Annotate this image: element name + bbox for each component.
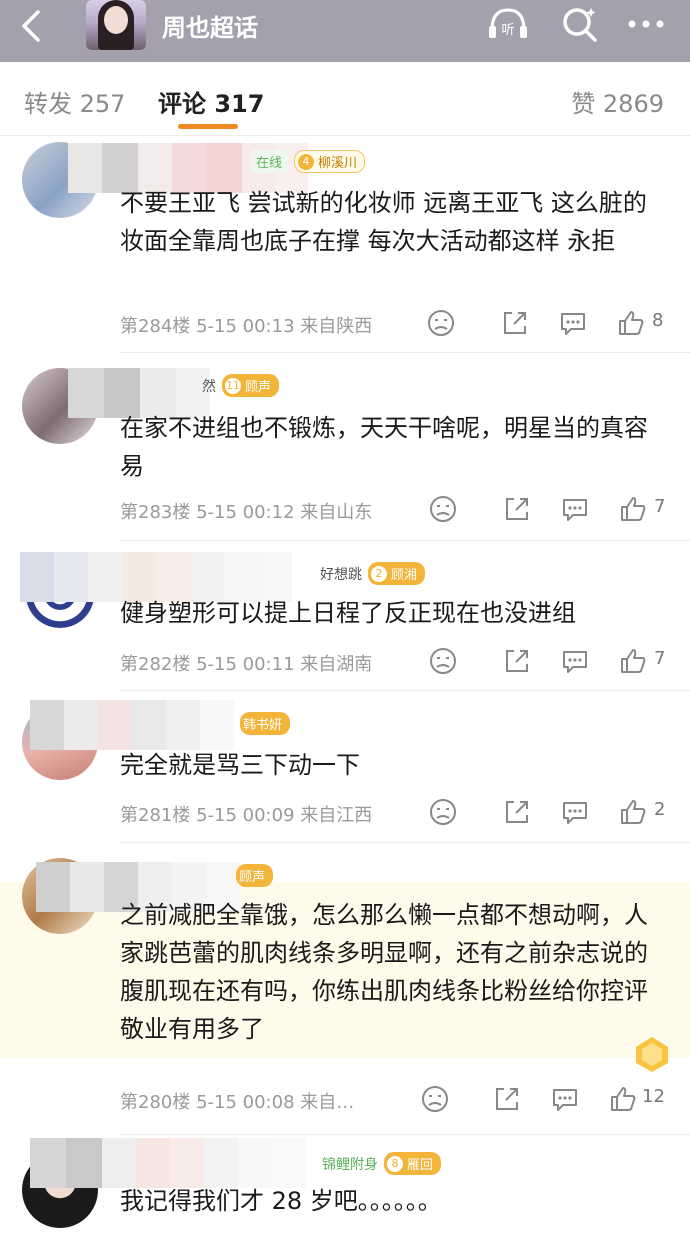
comment-text: 在家不进组也不锻炼，天天干啥呢，明星当的真容易 bbox=[120, 414, 648, 480]
more-icon[interactable] bbox=[624, 4, 668, 44]
like-count: 7 bbox=[654, 648, 666, 669]
fan-badge: 韩书妍 bbox=[240, 712, 291, 735]
username-suffix: 好想跳 bbox=[320, 566, 362, 583]
online-badge: 在线 bbox=[250, 150, 289, 173]
like-icon[interactable] bbox=[616, 308, 646, 338]
fan-level: 4 bbox=[298, 153, 315, 170]
tab-likes[interactable]: 赞 2869 bbox=[571, 84, 664, 119]
user-badges: 然 11 顾声 bbox=[202, 374, 280, 397]
like-count: 7 bbox=[654, 496, 666, 517]
share-icon[interactable] bbox=[502, 646, 532, 676]
dislike-icon[interactable] bbox=[428, 646, 458, 676]
fan-badge-name: 顾声 bbox=[245, 380, 272, 395]
share-icon[interactable] bbox=[500, 308, 530, 338]
supertopic-avatar[interactable] bbox=[86, 0, 146, 50]
comment-icon[interactable] bbox=[550, 1084, 580, 1114]
comment-text: 健身塑形可以提上日程了反正现在也没进组 bbox=[120, 599, 576, 627]
like-icon[interactable] bbox=[608, 1084, 638, 1114]
tab-bar: 转发 257 评论 317 赞 2869 bbox=[0, 62, 690, 136]
dislike-icon[interactable] bbox=[428, 797, 458, 827]
top-bar: 周也超话 听 bbox=[0, 0, 690, 62]
like-count: 8 bbox=[652, 310, 664, 331]
like-icon[interactable] bbox=[618, 494, 648, 524]
fan-badge: 8 雁回 bbox=[384, 1152, 442, 1175]
medal-icon bbox=[636, 1037, 668, 1072]
user-badges: 锦鲤附身 8 雁回 bbox=[322, 1152, 442, 1175]
divider bbox=[120, 842, 690, 843]
fan-badge: 11 顾声 bbox=[222, 374, 280, 397]
comment-text: 之前减肥全靠饿，怎么那么懒一点都不想动啊，人家跳芭蕾的肌肉线条多明显啊，还有之前… bbox=[120, 901, 648, 1043]
share-icon[interactable] bbox=[492, 1084, 522, 1114]
fan-badge-name: 顾湘 bbox=[391, 568, 418, 583]
svg-text:听: 听 bbox=[501, 23, 514, 38]
user-badges: 在线 4 柳溪川 bbox=[250, 150, 366, 173]
divider bbox=[120, 352, 690, 353]
fan-badge-name: 顾声 bbox=[239, 870, 266, 885]
username-prefix: 锦鲤附身 bbox=[322, 1156, 378, 1173]
tab-active-indicator bbox=[178, 124, 238, 129]
fan-badge: 顾声 bbox=[236, 864, 274, 887]
username-mosaic[interactable] bbox=[30, 700, 234, 750]
fan-badge-name: 雁回 bbox=[407, 1158, 434, 1173]
tab-repost[interactable]: 转发 257 bbox=[24, 84, 125, 119]
share-icon[interactable] bbox=[502, 494, 532, 524]
username-suffix: 然 bbox=[202, 378, 216, 395]
like-count: 2 bbox=[654, 799, 666, 820]
fan-badge: 2 顾湘 bbox=[368, 562, 426, 585]
user-badges: 顾声 bbox=[236, 864, 274, 887]
comment-text: 我记得我们才 28 岁吧。。。。。。 bbox=[120, 1187, 442, 1215]
comment-meta: 第281楼 5-15 00:09 来自江西 bbox=[120, 805, 373, 826]
dislike-icon[interactable] bbox=[420, 1084, 450, 1114]
fan-level: 2 bbox=[371, 565, 387, 582]
dislike-icon[interactable] bbox=[426, 308, 456, 338]
fan-badge-name: 柳溪川 bbox=[318, 156, 358, 171]
search-icon[interactable] bbox=[558, 4, 602, 44]
comment-icon[interactable] bbox=[560, 646, 590, 676]
fan-level: 8 bbox=[387, 1155, 403, 1172]
share-icon[interactable] bbox=[502, 797, 532, 827]
username-mosaic[interactable] bbox=[30, 1138, 306, 1188]
comment-text: 完全就是骂三下动一下 bbox=[120, 751, 360, 779]
fan-badge: 4 柳溪川 bbox=[294, 150, 366, 173]
tab-comments[interactable]: 评论 317 bbox=[158, 84, 264, 119]
like-count: 12 bbox=[642, 1086, 665, 1107]
comment-text: 不要王亚飞 尝试新的化妆师 远离王亚飞 这么脏的妆面全靠周也底子在撑 每次大活动… bbox=[120, 189, 647, 255]
comment-icon[interactable] bbox=[558, 308, 588, 338]
comment-icon[interactable] bbox=[560, 797, 590, 827]
user-badges: 韩书妍 bbox=[240, 712, 291, 735]
comment-icon[interactable] bbox=[560, 494, 590, 524]
like-icon[interactable] bbox=[618, 646, 648, 676]
user-badges: 好想跳 2 顾湘 bbox=[320, 562, 426, 585]
comment-meta: 第283楼 5-15 00:12 来自山东 bbox=[120, 502, 373, 523]
divider bbox=[120, 690, 690, 691]
fan-badge-name: 韩书妍 bbox=[243, 718, 283, 733]
like-icon[interactable] bbox=[618, 797, 648, 827]
comment-meta: 第282楼 5-15 00:11 来自湖南 bbox=[120, 654, 373, 675]
dislike-icon[interactable] bbox=[428, 494, 458, 524]
divider bbox=[120, 1134, 690, 1135]
back-icon[interactable] bbox=[18, 8, 46, 44]
fan-level: 11 bbox=[225, 377, 241, 394]
comment-meta: 第284楼 5-15 00:13 来自陕西 bbox=[120, 316, 373, 337]
comment-meta: 第280楼 5-15 00:08 来自… bbox=[120, 1092, 355, 1113]
page-title: 周也超话 bbox=[162, 14, 258, 42]
listen-icon[interactable]: 听 bbox=[486, 4, 530, 44]
divider bbox=[120, 540, 690, 541]
